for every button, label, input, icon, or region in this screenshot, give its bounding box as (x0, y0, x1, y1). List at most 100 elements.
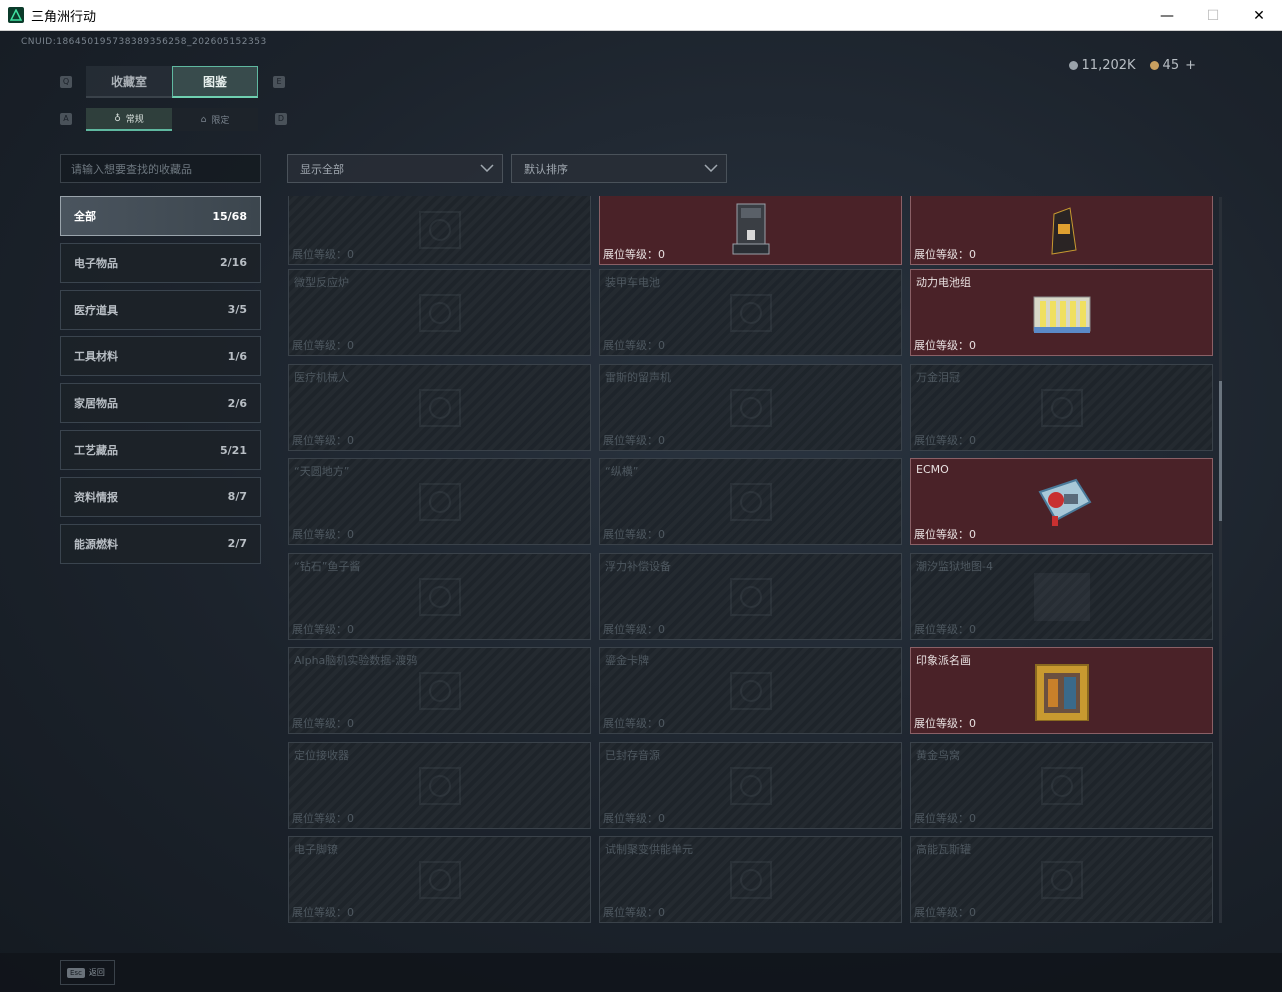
collection-item-card[interactable]: 黄金鸟窝 展位等级：0 (910, 742, 1213, 829)
collection-item-card[interactable]: Alpha脑机实验数据-渡鸦 展位等级：0 (288, 647, 591, 734)
collection-item-card[interactable]: 微型反应炉 展位等级：0 (288, 269, 591, 356)
item-level: 展位等级：0 (292, 434, 354, 447)
collection-item-card[interactable]: 展位等级：0 (910, 196, 1213, 265)
category-item[interactable]: 全部 15/68 (60, 196, 261, 236)
filter-dropdown[interactable]: 显示全部 (287, 154, 503, 183)
coffee-machine-icon (719, 200, 783, 260)
collection-item-card[interactable]: 试制聚变供能单元 展位等级：0 (599, 836, 902, 923)
sort-dropdown[interactable]: 默认排序 (511, 154, 727, 183)
ecmo-icon (1030, 472, 1094, 532)
collection-item-card[interactable]: 已封存音源 展位等级：0 (599, 742, 902, 829)
item-name: 装甲车电池 (605, 276, 660, 289)
item-name: 潮汐监狱地图-4 (916, 560, 993, 573)
fusion-icon (719, 850, 783, 910)
item-name: 印象派名画 (916, 654, 971, 667)
collection-item-card[interactable]: 医疗机械人 展位等级：0 (288, 364, 591, 451)
item-level: 展位等级：0 (603, 528, 665, 541)
item-level: 展位等级：0 (292, 812, 354, 825)
category-item[interactable]: 电子物品 2/16 (60, 242, 261, 283)
currency-coins: 11,202K (1068, 58, 1136, 73)
search-input[interactable]: 请输入想要查找的收藏品 (60, 154, 261, 183)
sub-tabs: ♁ 常规 ⌂ 限定 (86, 108, 258, 131)
collection-item-card[interactable]: 展位等级：0 (288, 196, 591, 265)
category-label: 能源燃料 (74, 537, 118, 551)
item-name: 浮力补偿设备 (605, 560, 671, 573)
item-name: 高能瓦斯罐 (916, 843, 971, 856)
collection-item-card[interactable]: “钻石”鱼子酱 展位等级：0 (288, 553, 591, 640)
audio-icon (719, 756, 783, 816)
item-level: 展位等级：0 (914, 434, 976, 447)
scrollbar-track[interactable] (1219, 197, 1222, 923)
category-item[interactable]: 资料情报 8/7 (60, 476, 261, 517)
collection-item-card[interactable]: 浮力补偿设备 展位等级：0 (599, 553, 902, 640)
category-item[interactable]: 工艺藏品 5/21 (60, 430, 261, 470)
game-screen: CNUID:186450195738389356258_202605152353… (0, 31, 1282, 992)
key-hint-d: D (275, 113, 287, 125)
category-count: 2/7 (227, 537, 247, 551)
window-titlebar: 三角洲行动 — ☐ ✕ (0, 0, 1282, 31)
maximize-button[interactable]: ☐ (1190, 0, 1236, 31)
subtab-regular[interactable]: ♁ 常规 (86, 108, 172, 131)
main-tabs: 收藏室 图鉴 (86, 66, 258, 98)
collection-item-card[interactable]: 装甲车电池 展位等级：0 (599, 269, 902, 356)
collection-item-card[interactable]: 印象派名画 展位等级：0 (910, 647, 1213, 734)
tab-collection-room[interactable]: 收藏室 (86, 66, 172, 98)
item-level: 展位等级：0 (914, 812, 976, 825)
coin-icon (1068, 61, 1078, 70)
limited-icon: ⌂ (200, 114, 207, 125)
collection-item-card[interactable]: 潮汐监狱地图-4 展位等级：0 (910, 553, 1213, 640)
category-item[interactable]: 家居物品 2/6 (60, 383, 261, 424)
collection-item-card[interactable]: ECMO 展位等级：0 (910, 458, 1213, 545)
item-name: 电子脚镣 (294, 843, 338, 856)
item-name: 微型反应炉 (294, 276, 349, 289)
collection-item-card[interactable]: 鎏金卡牌 展位等级：0 (599, 647, 902, 734)
category-item[interactable]: 能源燃料 2/7 (60, 523, 261, 564)
collection-item-card[interactable]: “纵横” 展位等级：0 (599, 458, 902, 545)
category-count: 3/5 (227, 303, 247, 317)
collection-item-card[interactable]: 展位等级：0 (599, 196, 902, 265)
back-button[interactable]: Esc 返回 (60, 960, 115, 985)
box-icon (408, 200, 472, 260)
gramophone-icon (719, 378, 783, 438)
item-name: Alpha脑机实验数据-渡鸦 (294, 654, 418, 667)
scrollbar-thumb[interactable] (1219, 381, 1222, 521)
category-item[interactable]: 工具材料 1/6 (60, 336, 261, 377)
collection-item-card[interactable]: 电子脚镣 展位等级：0 (288, 836, 591, 923)
category-count: 2/16 (220, 256, 247, 270)
item-level: 展位等级：0 (603, 623, 665, 636)
collection-item-card[interactable]: 高能瓦斯罐 展位等级：0 (910, 836, 1213, 923)
item-level: 展位等级：0 (292, 248, 354, 261)
currency-display: 11,202K 45 + (1068, 58, 1196, 73)
caviar-icon (408, 567, 472, 627)
key-hint-e: E (273, 76, 285, 88)
category-item[interactable]: 医疗道具 3/5 (60, 289, 261, 330)
item-level: 展位等级：0 (914, 339, 976, 352)
gas-tank-icon (1030, 850, 1094, 910)
category-label: 工具材料 (74, 350, 118, 364)
category-label: 电子物品 (74, 256, 118, 270)
key-hint-a: A (60, 113, 72, 125)
tab-catalog[interactable]: 图鉴 (172, 66, 258, 98)
close-button[interactable]: ✕ (1236, 0, 1282, 31)
currency-tokens[interactable]: 45 + (1149, 58, 1196, 73)
collection-item-card[interactable]: 定位接收器展位等级：0 (288, 742, 591, 829)
board-icon (719, 472, 783, 532)
add-currency-icon[interactable]: + (1185, 58, 1196, 73)
chevron-down-icon (704, 162, 718, 175)
collection-item-card[interactable]: 动力电池组 展位等级：0 (910, 269, 1213, 356)
collection-item-card[interactable]: 雷斯的留声机 展位等级：0 (599, 364, 902, 451)
collection-item-card[interactable]: “天圆地方” 展位等级：0 (288, 458, 591, 545)
item-level: 展位等级：0 (603, 248, 665, 261)
item-name: 已封存音源 (605, 749, 660, 762)
subtab-limited[interactable]: ⌂ 限定 (172, 108, 258, 131)
data-drive-icon (408, 661, 472, 721)
item-name: “钻石”鱼子酱 (294, 560, 361, 573)
item-level: 展位等级：0 (914, 623, 976, 636)
minimize-button[interactable]: — (1144, 0, 1190, 31)
item-name: ECMO (916, 463, 949, 476)
collection-item-card[interactable]: 万金泪冠 展位等级：0 (910, 364, 1213, 451)
item-name: 定位接收器 (294, 749, 349, 762)
user-uid: CNUID:186450195738389356258_202605152353 (21, 37, 267, 47)
item-level: 展位等级：0 (603, 906, 665, 919)
battery-pack-icon (1030, 283, 1094, 343)
